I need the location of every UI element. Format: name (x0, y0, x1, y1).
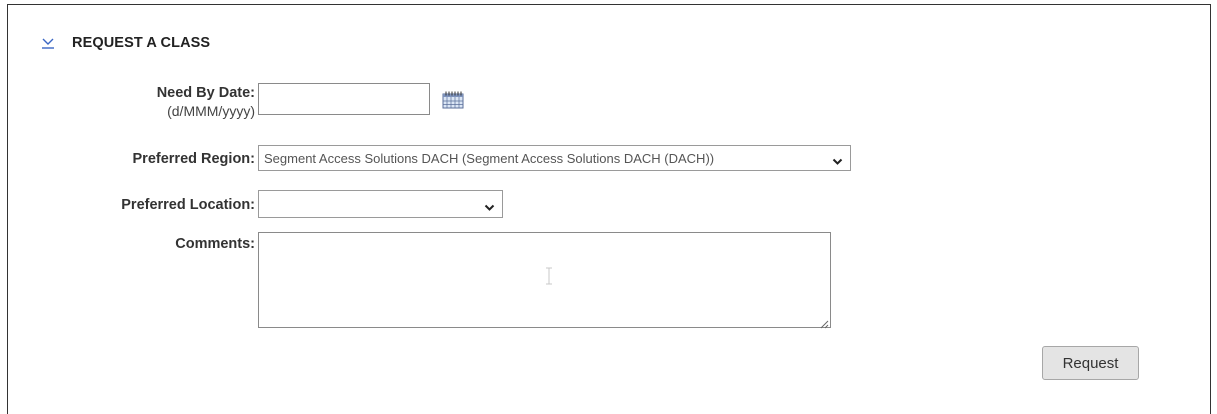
request-button[interactable]: Request (1042, 346, 1139, 380)
section-header[interactable]: REQUEST A CLASS (41, 33, 210, 53)
section-title: REQUEST A CLASS (72, 35, 211, 51)
preferred-region-select[interactable]: Segment Access Solutions DACH (Segment A… (258, 145, 851, 171)
preferred-location-label: Preferred Location: (121, 197, 255, 213)
comments-label: Comments: (175, 236, 255, 252)
need-by-date-input[interactable] (258, 83, 430, 115)
chevron-down-icon[interactable] (41, 35, 55, 51)
date-format-hint: (d/MMM/yyyy) (167, 103, 255, 119)
chevron-down-icon (484, 200, 495, 211)
calendar-icon[interactable] (442, 91, 464, 109)
chevron-down-icon (832, 154, 843, 165)
resize-grip-icon[interactable] (819, 316, 829, 329)
need-by-date-label: Need By Date: (156, 85, 255, 101)
preferred-region-label: Preferred Region: (132, 151, 255, 167)
preferred-region-value: Segment Access Solutions DACH (Segment A… (264, 150, 715, 166)
text-cursor-icon (545, 267, 553, 285)
preferred-location-select[interactable] (258, 190, 503, 218)
